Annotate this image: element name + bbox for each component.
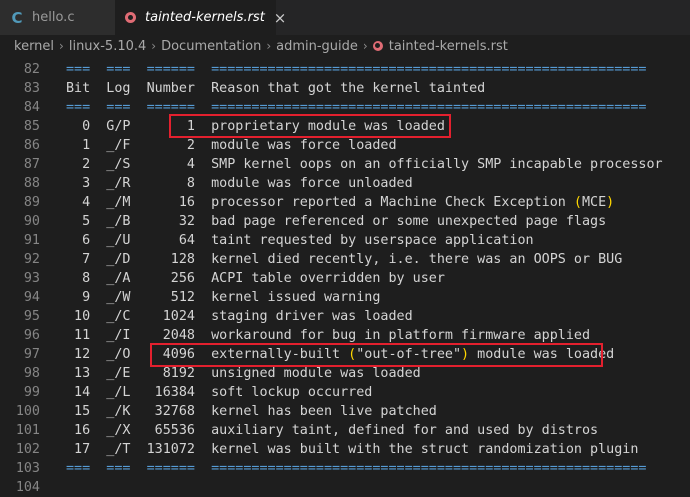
code-line: 90 5 _/B 32 bad page referenced or some …	[0, 212, 690, 231]
line-number[interactable]: 82	[0, 60, 40, 79]
code-line: 94 9 _/W 512 kernel issued warning	[0, 288, 690, 307]
code-line: 89 4 _/M 16 processor reported a Machine…	[0, 193, 690, 212]
breadcrumb-item[interactable]: tainted-kernels.rst	[389, 39, 508, 54]
close-icon[interactable]: ×	[274, 9, 287, 27]
breadcrumb: kernel › linux-5.10.4 › Documentation › …	[0, 35, 690, 57]
code-text: 15 _/K 32768 kernel has been live patche…	[66, 404, 437, 419]
chevron-right-icon: ›	[266, 39, 272, 53]
code-text: 7 _/D 128 kernel died recently, i.e. the…	[66, 252, 623, 267]
line-number[interactable]: 90	[0, 212, 40, 231]
tab-label: tainted-kernels.rst	[145, 10, 265, 25]
code-text: 2 _/S 4 SMP kernel oops on an officially…	[66, 157, 663, 172]
code-line: 86 1 _/F 2 module was force loaded	[0, 136, 690, 155]
code-text: 6 _/U 64 taint requested by userspace ap…	[66, 233, 534, 248]
highlight-box-proprietary	[169, 114, 451, 138]
breadcrumb-item[interactable]: linux-5.10.4	[69, 39, 146, 54]
code-line: 93 8 _/A 256 ACPI table overridden by us…	[0, 269, 690, 288]
chevron-right-icon: ›	[362, 39, 368, 53]
code-line: 101 16 _/X 65536 auxiliary taint, define…	[0, 421, 690, 440]
c-file-icon: C	[11, 8, 23, 27]
line-number[interactable]: 97	[0, 345, 40, 364]
line-number[interactable]: 103	[0, 459, 40, 478]
code-text: 8 _/A 256 ACPI table overridden by user	[66, 271, 445, 286]
tab-hello-c[interactable]: C hello.c	[0, 0, 115, 35]
line-number[interactable]: 93	[0, 269, 40, 288]
code-line: 92 7 _/D 128 kernel died recently, i.e. …	[0, 250, 690, 269]
code-line: 82 === === ====== =======================…	[0, 60, 690, 79]
line-number[interactable]: 101	[0, 421, 40, 440]
line-number[interactable]: 86	[0, 136, 40, 155]
code-editor[interactable]: 104 103 === === ====== ===================…	[0, 57, 690, 496]
code-text: === === ====== =========================…	[66, 461, 647, 476]
highlight-box-out-of-tree	[150, 343, 603, 367]
code-text: === === ====== =========================…	[66, 62, 647, 77]
breadcrumb-item[interactable]: kernel	[14, 39, 54, 54]
line-number[interactable]: 84	[0, 98, 40, 117]
code-text: 10 _/C 1024 staging driver was loaded	[66, 309, 413, 324]
code-line: 102 17 _/T 131072 kernel was built with …	[0, 440, 690, 459]
code-text: 1 _/F 2 module was force loaded	[66, 138, 397, 153]
tab-bar: C hello.c tainted-kernels.rst ×	[0, 0, 690, 35]
code-line: 87 2 _/S 4 SMP kernel oops on an officia…	[0, 155, 690, 174]
code-line: 104	[0, 478, 690, 497]
code-text: 4 _/M 16 processor reported a Machine Ch…	[66, 195, 615, 210]
line-number[interactable]: 83	[0, 79, 40, 98]
line-number[interactable]: 87	[0, 155, 40, 174]
code-text: 5 _/B 32 bad page referenced or some une…	[66, 214, 607, 229]
code-line: 95 10 _/C 1024 staging driver was loaded	[0, 307, 690, 326]
line-number[interactable]: 98	[0, 364, 40, 383]
code-line: 100 15 _/K 32768 kernel has been live pa…	[0, 402, 690, 421]
line-number[interactable]: 100	[0, 402, 40, 421]
code-line: 103 === === ====== ======================…	[0, 459, 690, 478]
code-text: 17 _/T 131072 kernel was built with the …	[66, 442, 639, 457]
code-line: 88 3 _/R 8 module was force unloaded	[0, 174, 690, 193]
line-number[interactable]: 104	[0, 478, 40, 497]
code-line: 83 Bit Log Number Reason that got the ker…	[0, 79, 690, 98]
code-line: 99 14 _/L 16384 soft lockup occurred	[0, 383, 690, 402]
line-number[interactable]: 96	[0, 326, 40, 345]
line-number[interactable]: 102	[0, 440, 40, 459]
line-number[interactable]: 95	[0, 307, 40, 326]
breadcrumb-item[interactable]: admin-guide	[276, 39, 358, 54]
chevron-right-icon: ›	[59, 39, 64, 53]
tab-tainted-kernels[interactable]: tainted-kernels.rst ×	[115, 0, 286, 35]
code-text: 16 _/X 65536 auxiliary taint, defined fo…	[66, 423, 599, 438]
code-line: 91 6 _/U 64 taint requested by userspace…	[0, 231, 690, 250]
line-number[interactable]: 91	[0, 231, 40, 250]
rst-file-icon	[125, 12, 136, 23]
line-number[interactable]: 88	[0, 174, 40, 193]
line-number[interactable]: 92	[0, 250, 40, 269]
code-text: Bit Log Number Reason that got the kerne…	[66, 81, 486, 96]
line-number[interactable]: 85	[0, 117, 40, 136]
code-text: 14 _/L 16384 soft lockup occurred	[66, 385, 373, 400]
tab-label: hello.c	[32, 10, 75, 25]
chevron-right-icon: ›	[151, 39, 157, 53]
rst-file-icon	[372, 41, 383, 51]
line-number[interactable]: 94	[0, 288, 40, 307]
line-number[interactable]: 89	[0, 193, 40, 212]
breadcrumb-item[interactable]: Documentation	[161, 39, 261, 54]
code-text: 9 _/W 512 kernel issued warning	[66, 290, 381, 305]
code-text: 3 _/R 8 module was force unloaded	[66, 176, 413, 191]
line-number[interactable]: 99	[0, 383, 40, 402]
